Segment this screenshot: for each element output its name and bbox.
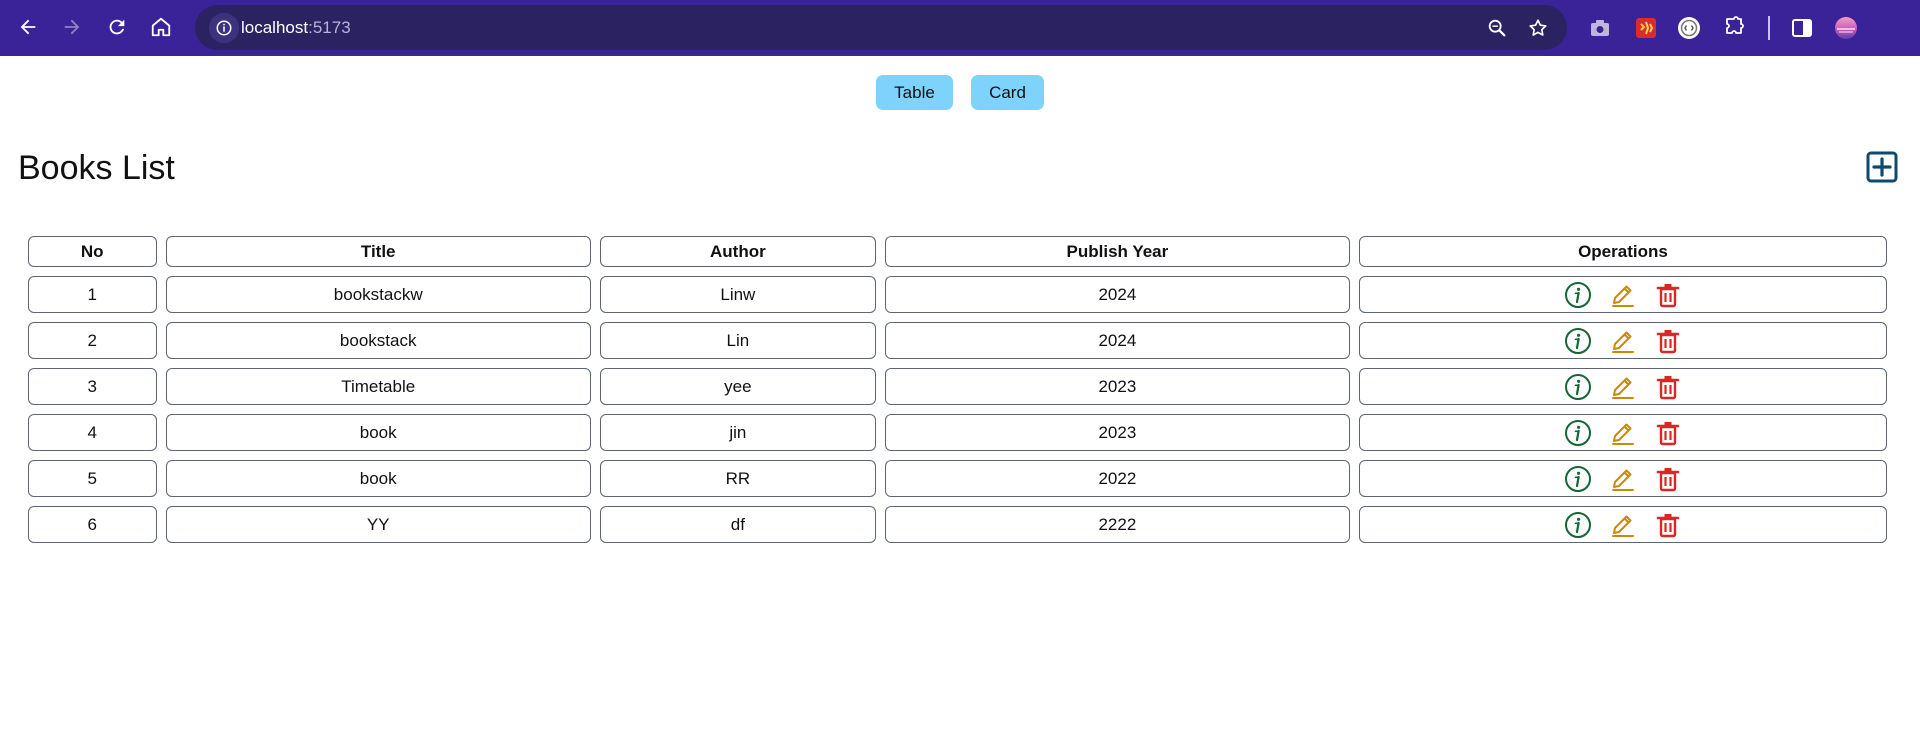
reload-icon[interactable] — [98, 8, 136, 46]
table-row: 4 book jin 2023 — [28, 414, 1887, 451]
cell-publish-year: 2023 — [884, 414, 1350, 451]
header-no: No — [28, 236, 157, 267]
edit-pencil-icon[interactable] — [1609, 327, 1637, 355]
table-row: 6 YY df 2222 — [28, 506, 1887, 543]
cell-publish-year: 2222 — [884, 506, 1350, 543]
header-author: Author — [599, 236, 876, 267]
cell-title: book — [165, 460, 591, 497]
url-text[interactable]: localhost:5173 — [241, 5, 351, 50]
page-title: Books List — [18, 149, 175, 187]
cell-no: 6 — [28, 506, 157, 543]
profile-avatar[interactable] — [1832, 14, 1860, 42]
cell-no: 4 — [28, 414, 157, 451]
edit-pencil-icon[interactable] — [1609, 281, 1637, 309]
header-publish-year: Publish Year — [884, 236, 1350, 267]
cell-title: bookstackw — [165, 276, 591, 313]
cell-author: RR — [599, 460, 876, 497]
cell-no: 3 — [28, 368, 157, 405]
delete-trash-icon[interactable] — [1654, 511, 1682, 539]
cell-title: book — [165, 414, 591, 451]
cell-no: 1 — [28, 276, 157, 313]
back-icon[interactable] — [9, 8, 47, 46]
delete-trash-icon[interactable] — [1654, 281, 1682, 309]
table-header-row: No Title Author Publish Year Operations — [28, 236, 1887, 267]
info-circle-icon[interactable] — [1564, 281, 1592, 309]
address-bar[interactable]: localhost:5173 — [195, 5, 1567, 50]
card-view-button[interactable]: Card — [971, 75, 1044, 110]
camera-icon[interactable] — [1586, 14, 1614, 42]
url-host: localhost — [241, 18, 309, 37]
table-row: 3 Timetable yee 2023 — [28, 368, 1887, 405]
cell-no: 5 — [28, 460, 157, 497]
info-circle-icon[interactable] — [1564, 511, 1592, 539]
cell-publish-year: 2024 — [884, 276, 1350, 313]
table-row: 5 book RR 2022 — [28, 460, 1887, 497]
cell-author: Linw — [599, 276, 876, 313]
edit-pencil-icon[interactable] — [1609, 465, 1637, 493]
cell-author: yee — [599, 368, 876, 405]
home-icon[interactable] — [142, 8, 180, 46]
cell-title: YY — [165, 506, 591, 543]
edit-pencil-icon[interactable] — [1609, 373, 1637, 401]
header-title: Title — [165, 236, 591, 267]
site-info-icon[interactable] — [209, 13, 239, 43]
info-circle-icon[interactable] — [1564, 465, 1592, 493]
delete-trash-icon[interactable] — [1654, 465, 1682, 493]
cell-author: jin — [599, 414, 876, 451]
puzzle-icon[interactable] — [1720, 14, 1748, 42]
vpn-icon[interactable] — [1675, 14, 1703, 42]
cell-operations — [1358, 322, 1887, 359]
info-circle-icon[interactable] — [1564, 327, 1592, 355]
delete-trash-icon[interactable] — [1654, 327, 1682, 355]
cell-operations — [1358, 414, 1887, 451]
info-circle-icon[interactable] — [1564, 373, 1592, 401]
forward-icon[interactable] — [53, 8, 91, 46]
zoom-icon[interactable] — [1485, 16, 1509, 40]
cell-operations — [1358, 460, 1887, 497]
cell-title: Timetable — [165, 368, 591, 405]
cell-author: df — [599, 506, 876, 543]
toolbar-divider — [1768, 16, 1770, 40]
cell-publish-year: 2022 — [884, 460, 1350, 497]
star-icon[interactable] — [1526, 16, 1550, 40]
delete-trash-icon[interactable] — [1654, 419, 1682, 447]
cell-author: Lin — [599, 322, 876, 359]
edit-pencil-icon[interactable] — [1609, 419, 1637, 447]
cell-no: 2 — [28, 322, 157, 359]
books-table: No Title Author Publish Year Operations … — [19, 227, 1896, 552]
add-book-button[interactable] — [1865, 150, 1899, 184]
cell-operations — [1358, 276, 1887, 313]
table-row: 2 bookstack Lin 2024 — [28, 322, 1887, 359]
extension-icon[interactable] — [1632, 14, 1660, 42]
url-port: :5173 — [308, 18, 351, 37]
table-view-button[interactable]: Table — [876, 75, 953, 110]
table-body: 1 bookstackw Linw 2024 2 bookstack Lin 2024 3 Tim… — [28, 276, 1887, 543]
cell-title: bookstack — [165, 322, 591, 359]
browser-toolbar: localhost:5173 — [0, 0, 1920, 56]
header-operations: Operations — [1358, 236, 1887, 267]
edit-pencil-icon[interactable] — [1609, 511, 1637, 539]
cell-operations — [1358, 368, 1887, 405]
cell-operations — [1358, 506, 1887, 543]
delete-trash-icon[interactable] — [1654, 373, 1682, 401]
sidepanel-icon[interactable] — [1788, 14, 1816, 42]
table-row: 1 bookstackw Linw 2024 — [28, 276, 1887, 313]
cell-publish-year: 2023 — [884, 368, 1350, 405]
info-circle-icon[interactable] — [1564, 419, 1592, 447]
plus-square-icon — [1866, 151, 1898, 183]
view-switch: Table Card — [0, 75, 1920, 111]
cell-publish-year: 2024 — [884, 322, 1350, 359]
